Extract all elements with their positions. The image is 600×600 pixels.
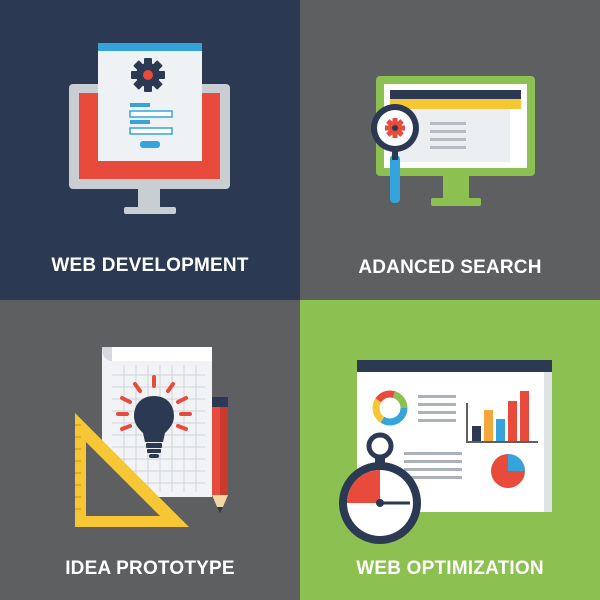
- tile-advanced-search: ADANCED SEARCH: [300, 0, 600, 300]
- tile-caption: ADANCED SEARCH: [358, 257, 542, 278]
- feature-grid: WEB DEVELOPMENT ADANCED SEARCH IDEA PROT…: [0, 0, 600, 600]
- tile-idea-prototype: IDEA PROTOTYPE: [0, 300, 300, 600]
- tile-caption: WEB OPTIMIZATION: [356, 558, 544, 579]
- tile-caption: IDEA PROTOTYPE: [65, 558, 235, 579]
- web-optimization-illustration: [300, 300, 600, 600]
- tile-web-optimization: WEB OPTIMIZATION: [300, 300, 600, 600]
- tile-caption: WEB DEVELOPMENT: [51, 255, 249, 276]
- idea-prototype-illustration: [0, 300, 300, 600]
- tile-web-development: WEB DEVELOPMENT: [0, 0, 300, 300]
- advanced-search-illustration: [300, 0, 600, 300]
